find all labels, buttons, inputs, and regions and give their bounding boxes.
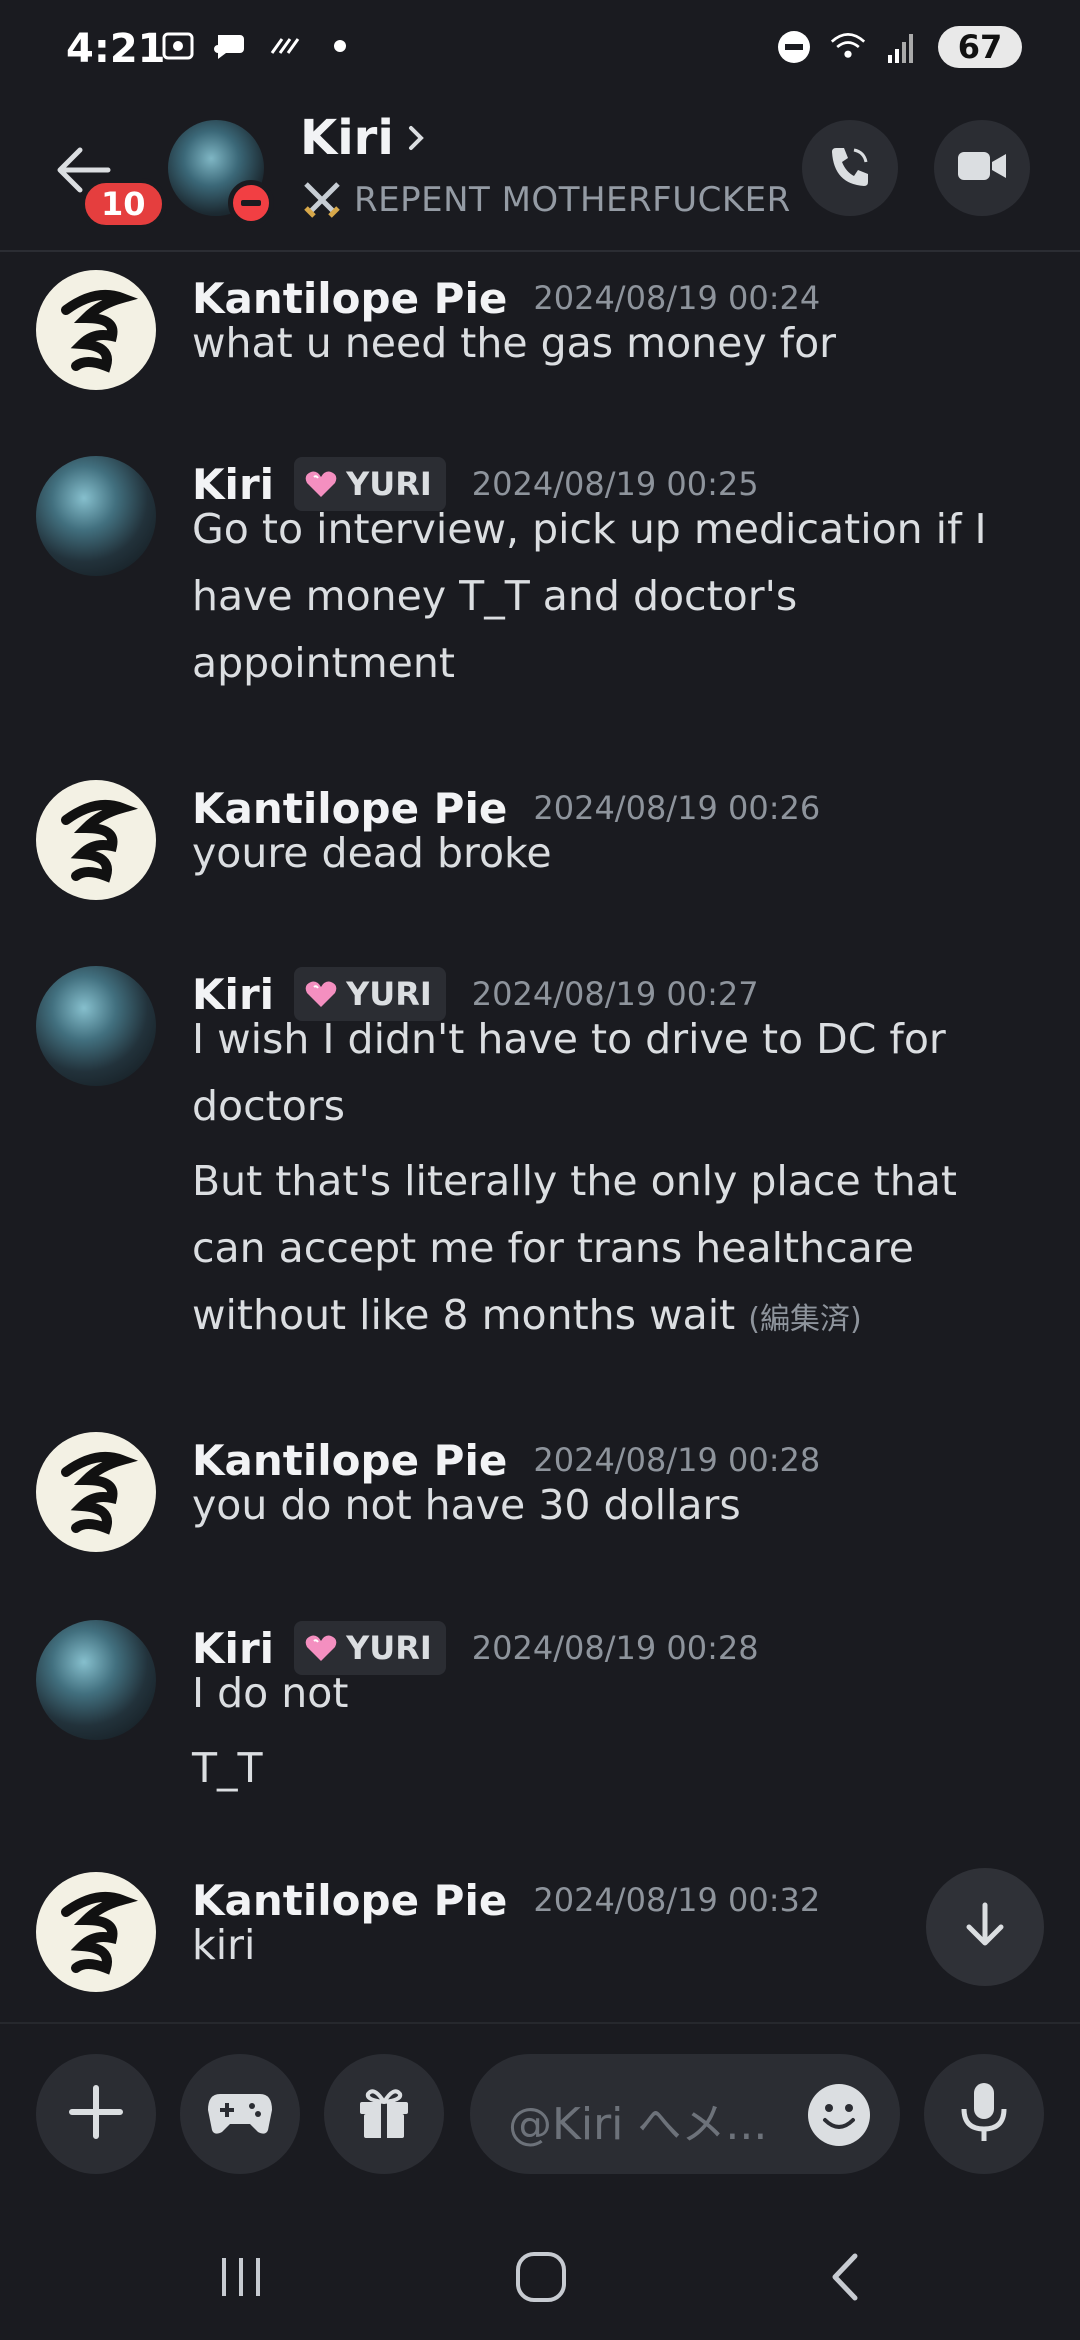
dnd-status-icon <box>228 180 274 226</box>
microphone-icon <box>959 2081 1009 2147</box>
message-content: I do not T_T <box>192 1669 349 1792</box>
page-title[interactable]: Kiri <box>300 110 394 166</box>
custom-status: REPENT MOTHERFUCKER <box>300 178 791 222</box>
chevron-right-icon[interactable] <box>402 124 430 152</box>
arrow-down-icon <box>959 1899 1011 1955</box>
avatar[interactable] <box>36 1620 156 1740</box>
crossed-swords-icon <box>300 178 344 222</box>
status-bar: 4:21 67 <box>0 0 1080 100</box>
heart-icon <box>305 1635 337 1661</box>
heart-icon <box>305 981 337 1007</box>
plus-icon <box>66 2082 126 2146</box>
avatar[interactable] <box>36 270 156 390</box>
message-content: youre dead broke <box>192 829 552 877</box>
phone-icon <box>824 140 876 196</box>
home-icon[interactable] <box>506 2242 576 2312</box>
recent-apps-icon[interactable] <box>206 2242 276 2312</box>
channel-header: 10 Kiri REPENT MOTHERFUCKER <box>0 100 1080 252</box>
activities-button[interactable] <box>180 2054 300 2174</box>
avatar[interactable] <box>36 456 156 576</box>
gamepad-icon <box>206 2086 274 2142</box>
gift-icon <box>354 2082 414 2146</box>
data-saver-icon <box>268 28 304 64</box>
unread-badge: 10 <box>80 178 167 230</box>
screenshot-icon <box>160 28 196 64</box>
message-input[interactable]: @Kiri へメ... <box>470 2054 900 2174</box>
avatar[interactable] <box>36 1872 156 1992</box>
chat-bubble-icon <box>214 28 250 64</box>
gift-button[interactable] <box>324 2054 444 2174</box>
voice-call-button[interactable] <box>802 120 898 216</box>
wifi-icon <box>830 29 866 65</box>
message-content: kiri <box>192 1921 256 1969</box>
avatar[interactable] <box>36 780 156 900</box>
message-input-placeholder: @Kiri へメ... <box>508 2099 768 2150</box>
edited-label: (編集済) <box>748 1302 862 1337</box>
avatar[interactable] <box>36 966 156 1086</box>
heart-icon <box>305 471 337 497</box>
back-icon[interactable] <box>810 2242 880 2312</box>
custom-status-text: REPENT MOTHERFUCKER <box>354 180 791 220</box>
video-camera-icon <box>954 144 1010 192</box>
battery-level: 67 <box>938 26 1022 68</box>
message-content: Go to interview, pick up medication if I… <box>192 505 987 687</box>
message-content: what u need the gas money for <box>192 319 837 367</box>
signal-icon <box>884 29 920 65</box>
jump-to-latest-button[interactable] <box>926 1868 1044 1986</box>
composer: @Kiri へメ... <box>0 2022 1080 2214</box>
message-content: I wish I didn't have to drive to DC for … <box>192 1015 957 1339</box>
message-content: you do not have 30 dollars <box>192 1481 741 1529</box>
add-attachment-button[interactable] <box>36 2054 156 2174</box>
system-nav-bar <box>0 2212 1080 2340</box>
video-call-button[interactable] <box>934 120 1030 216</box>
notification-dot-icon <box>322 28 358 64</box>
avatar[interactable] <box>36 1432 156 1552</box>
voice-message-button[interactable] <box>924 2054 1044 2174</box>
status-time: 4:21 <box>66 26 166 72</box>
do-not-disturb-icon <box>776 29 812 65</box>
emoji-picker-icon[interactable] <box>806 2082 872 2148</box>
message-list[interactable]: Kantilope Pie 2024/08/19 00:24 what u ne… <box>0 252 1080 2020</box>
